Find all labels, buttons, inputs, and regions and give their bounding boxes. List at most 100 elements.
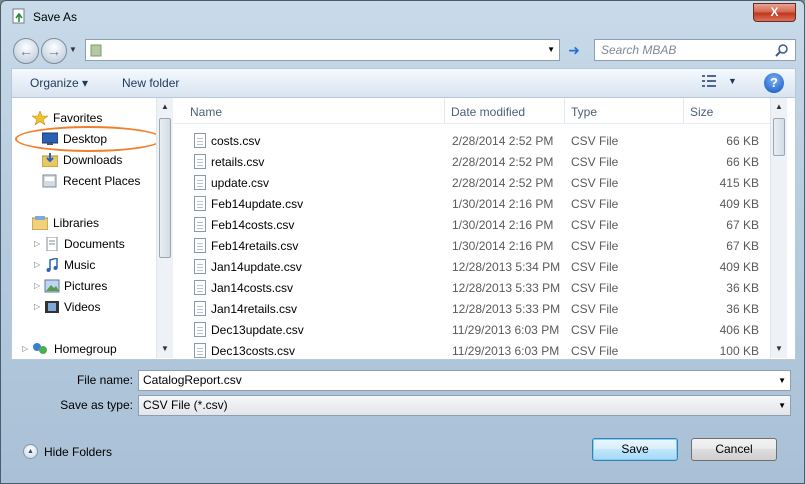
table-row[interactable]: Jan14update.csv 12/28/2013 5:34 PM CSV Fil… [174, 256, 770, 277]
scroll-down-icon[interactable]: ▼ [775, 344, 783, 353]
date-modified-cell: 1/30/2014 2:16 PM [452, 197, 554, 211]
save-type-value: CSV File (*.csv) [143, 398, 228, 412]
file-list-scrollbar[interactable]: ▲ ▼ [770, 98, 787, 358]
address-bar[interactable]: ▼ [85, 39, 560, 61]
size-cell: 67 KB [726, 218, 759, 232]
column-size[interactable]: Size [690, 105, 713, 119]
table-row[interactable]: Dec13costs.csv 11/29/2013 6:03 PM CSV File… [174, 340, 770, 358]
column-divider[interactable] [683, 98, 684, 124]
search-icon[interactable] [775, 43, 789, 57]
type-cell: CSV File [571, 323, 619, 337]
go-arrow-icon[interactable]: ➜ [564, 41, 584, 59]
nav-scrollbar[interactable]: ▲ ▼ [156, 98, 173, 358]
table-row[interactable]: Jan14retails.csv 12/28/2013 5:33 PM CSV Fi… [174, 298, 770, 319]
date-modified-cell: 12/28/2013 5:33 PM [452, 302, 561, 316]
csv-file-icon [194, 175, 206, 190]
new-folder-button[interactable]: New folder [122, 76, 179, 90]
table-row[interactable]: Jan14costs.csv 12/28/2013 5:33 PM CSV File… [174, 277, 770, 298]
folder-icon [90, 44, 102, 57]
chevron-down-icon[interactable]: ▼ [778, 376, 786, 385]
type-cell: CSV File [571, 155, 619, 169]
back-button[interactable]: ← [13, 38, 39, 64]
expand-arrow-icon[interactable]: ▷ [22, 339, 28, 359]
file-name-cell: update.csv [211, 176, 270, 190]
address-dropdown-icon[interactable]: ▼ [547, 45, 555, 54]
size-cell: 100 KB [719, 344, 759, 358]
save-button[interactable]: Save [592, 438, 678, 461]
table-row[interactable]: Feb14update.csv 1/30/2014 2:16 PM CSV File… [174, 193, 770, 214]
table-row[interactable]: costs.csv 2/28/2014 2:52 PM CSV File 66 KB [174, 130, 770, 151]
highlight-circle [15, 126, 163, 152]
type-cell: CSV File [571, 134, 619, 148]
file-name-cell: Jan14retails.csv [211, 302, 298, 316]
csv-file-icon [194, 259, 206, 274]
change-view-button[interactable]: ▼ [702, 75, 738, 91]
scroll-up-icon[interactable]: ▲ [161, 102, 169, 111]
file-list: Name Date modified Type Size costs.csv 2/… [174, 98, 770, 358]
chevron-down-icon[interactable]: ▼ [778, 401, 786, 410]
file-name-cell: Dec13costs.csv [211, 344, 296, 358]
date-modified-cell: 12/28/2013 5:34 PM [452, 260, 561, 274]
type-cell: CSV File [571, 281, 619, 295]
view-dropdown-icon[interactable]: ▼ [728, 76, 737, 86]
type-cell: CSV File [571, 239, 619, 253]
save-as-icon [12, 8, 25, 24]
column-type[interactable]: Type [571, 105, 597, 119]
scroll-down-icon[interactable]: ▼ [161, 344, 169, 353]
csv-file-icon [194, 238, 206, 253]
recent-locations-dropdown[interactable]: ▼ [69, 45, 81, 57]
expand-arrow-icon[interactable]: ▷ [34, 234, 40, 254]
size-cell: 67 KB [726, 239, 759, 253]
file-name-cell: Feb14retails.csv [211, 239, 299, 253]
file-name-cell: Jan14update.csv [211, 260, 302, 274]
size-cell: 36 KB [726, 281, 759, 295]
save-type-label: Save as type: [60, 398, 133, 412]
nav-label: Libraries [53, 216, 100, 230]
star-icon [32, 111, 48, 125]
nav-label: Downloads [63, 153, 123, 167]
date-modified-cell: 2/28/2014 2:52 PM [452, 155, 554, 169]
date-modified-cell: 1/30/2014 2:16 PM [452, 218, 554, 232]
list-scroll-thumb[interactable] [773, 118, 785, 156]
scroll-up-icon[interactable]: ▲ [775, 102, 783, 111]
column-date-modified[interactable]: Date modified [451, 105, 525, 119]
type-cell: CSV File [571, 344, 619, 358]
recent-places-icon [42, 174, 57, 188]
column-divider[interactable] [444, 98, 445, 124]
forward-button[interactable]: → [41, 38, 67, 64]
size-cell: 36 KB [726, 302, 759, 316]
search-input[interactable]: Search MBAB [594, 39, 796, 61]
downloads-icon [42, 153, 58, 167]
table-row[interactable]: retails.csv 2/28/2014 2:52 PM CSV File 66 K… [174, 151, 770, 172]
nav-label: Recent Places [63, 174, 141, 188]
file-name-label: File name: [76, 373, 133, 387]
expand-arrow-icon[interactable]: ▷ [34, 276, 40, 296]
cancel-button[interactable]: Cancel [691, 438, 777, 461]
close-button[interactable]: X [753, 3, 796, 22]
column-divider[interactable] [564, 98, 565, 124]
libraries-icon [32, 216, 48, 230]
size-cell: 66 KB [726, 134, 759, 148]
browser-area: Favorites Desktop Downloads Recent Place… [11, 98, 796, 360]
table-row[interactable]: Dec13update.csv 11/29/2013 6:03 PM CSV Fil… [174, 319, 770, 340]
csv-file-icon [194, 196, 206, 211]
nav-label: Videos [64, 300, 101, 314]
date-modified-cell: 2/28/2014 2:52 PM [452, 176, 554, 190]
expand-arrow-icon[interactable]: ▷ [34, 297, 40, 317]
file-name-input[interactable]: CatalogReport.csv ▼ [138, 370, 791, 391]
table-row[interactable]: Feb14costs.csv 1/30/2014 2:16 PM CSV File 6… [174, 214, 770, 235]
csv-file-icon [194, 322, 206, 337]
nav-scroll-thumb[interactable] [159, 118, 171, 258]
expand-arrow-icon[interactable]: ▷ [34, 255, 40, 275]
column-name[interactable]: Name [190, 105, 222, 119]
table-row[interactable]: update.csv 2/28/2014 2:52 PM CSV File 415 K… [174, 172, 770, 193]
table-row[interactable]: Feb14retails.csv 1/30/2014 2:16 PM CSV Fil… [174, 235, 770, 256]
view-list-icon [702, 75, 716, 87]
hide-folders-label: Hide Folders [44, 445, 113, 459]
organize-button[interactable]: Organize ▾ [30, 76, 88, 90]
help-button[interactable]: ? [764, 73, 784, 93]
save-type-select[interactable]: CSV File (*.csv) ▼ [138, 395, 791, 416]
file-name-cell: Jan14costs.csv [211, 281, 294, 295]
csv-file-icon [194, 154, 206, 169]
csv-file-icon [194, 343, 206, 358]
